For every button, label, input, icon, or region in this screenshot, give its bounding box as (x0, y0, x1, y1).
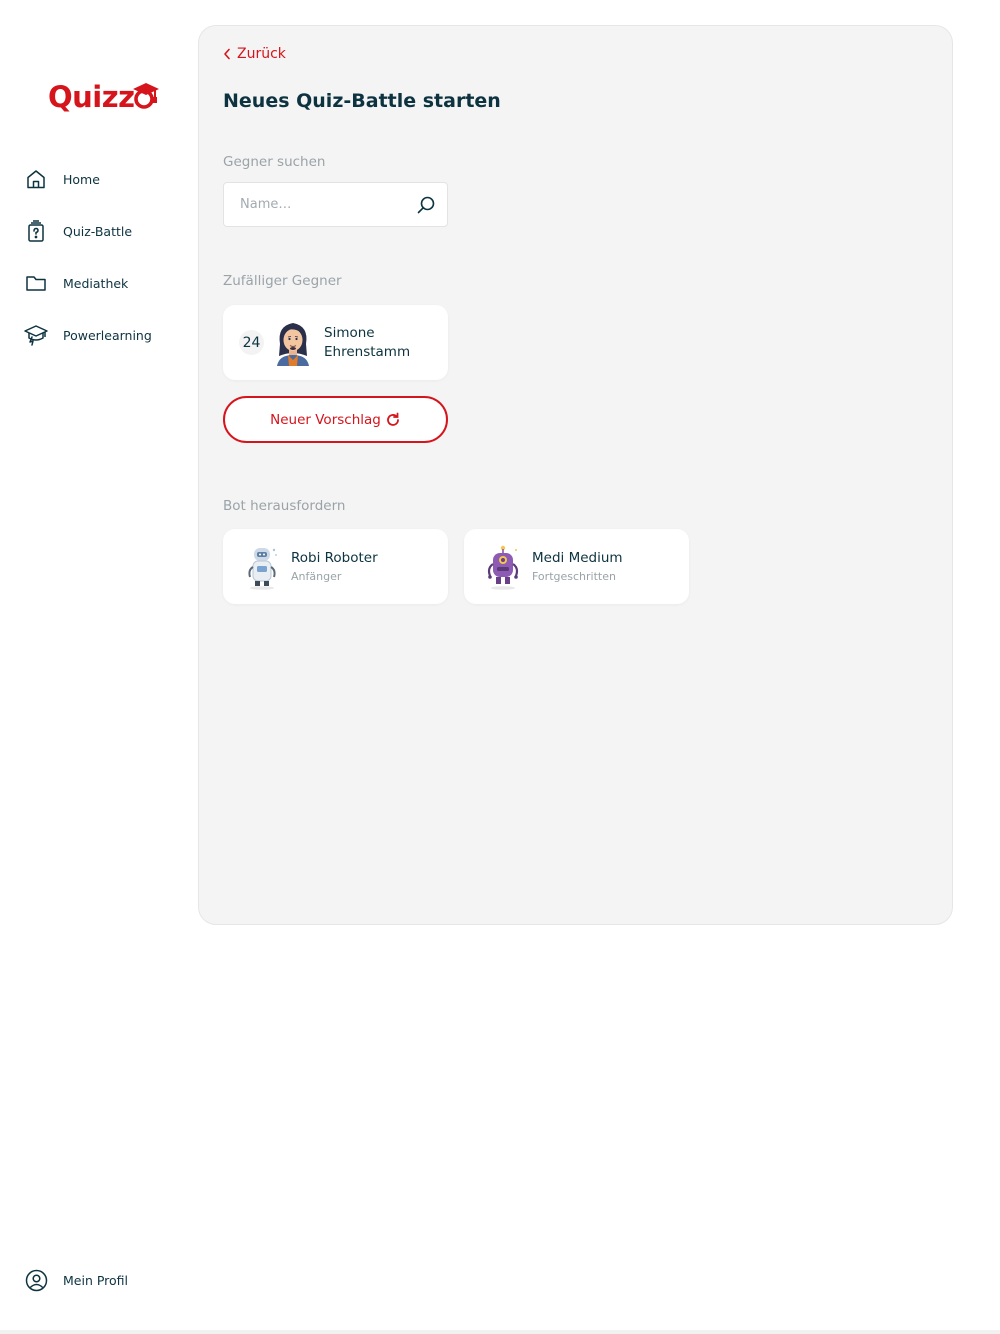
robot-avatar (248, 547, 277, 590)
home-icon (24, 167, 48, 191)
logo-text: Quizz (48, 80, 135, 114)
bot-info: Robi Roboter Anfänger (291, 549, 378, 585)
sidebar-item-profile[interactable]: Mein Profil (24, 1268, 128, 1292)
avatar (277, 322, 309, 366)
new-suggestion-button[interactable]: Neuer Vorschlag (223, 396, 448, 443)
sidebar-item-quiz-battle[interactable]: Quiz-Battle (24, 218, 194, 244)
user-circle-icon (24, 1268, 48, 1292)
sidebar-item-home[interactable]: Home (24, 166, 194, 192)
bot-level: Anfänger (291, 569, 342, 583)
bot-card-medi[interactable]: Medi Medium Fortgeschritten (464, 529, 689, 604)
random-opponent-card[interactable]: 24 Simone Ehrenstamm (223, 305, 448, 380)
sidebar-item-label: Quiz-Battle (63, 223, 133, 239)
level-badge: 24 (239, 330, 264, 355)
bot-name: Medi Medium (532, 549, 623, 566)
logo-graduation-cap-icon (132, 83, 159, 109)
folder-icon (24, 271, 48, 295)
bottom-divider (0, 1330, 1000, 1334)
sidebar-nav: Home Quiz-Battle Mediathek Powerlearning (24, 166, 194, 374)
sidebar-item-label: Powerlearning (63, 327, 152, 343)
sidebar-item-label: Home (63, 171, 100, 187)
sidebar: Quizz Home Quiz-Battle Mediathek Powerle… (0, 0, 198, 1334)
app: Quizz Home Quiz-Battle Mediathek Powerle… (0, 0, 1000, 1334)
bot-level: Fortgeschritten (532, 569, 616, 583)
bot-card-robi[interactable]: Robi Roboter Anfänger (223, 529, 448, 604)
bot-name: Robi Roboter (291, 549, 378, 566)
sidebar-item-mediathek[interactable]: Mediathek (24, 270, 194, 296)
opponent-name: Simone Ehrenstamm (324, 324, 411, 360)
sidebar-item-label: Mediathek (63, 275, 129, 291)
logo[interactable]: Quizz (48, 80, 161, 114)
search-input[interactable] (240, 197, 415, 212)
bots-section-label: Bot herausfordern (223, 498, 346, 514)
bot-info: Medi Medium Fortgeschritten (532, 549, 623, 585)
chevron-left-icon (224, 48, 230, 60)
search-icon[interactable] (415, 194, 437, 216)
main-panel: Zurück Neues Quiz-Battle starten Gegner … (198, 25, 953, 925)
refresh-icon (387, 412, 399, 426)
profile-label: Mein Profil (63, 1272, 129, 1288)
graduation-cap-icon (24, 323, 48, 347)
robot-avatar (487, 545, 519, 590)
opponent-search (223, 182, 448, 227)
search-section-label: Gegner suchen (223, 154, 326, 170)
random-section-label: Zufälliger Gegner (223, 273, 342, 289)
back-link[interactable]: Zurück (223, 46, 286, 62)
back-label: Zurück (237, 46, 286, 62)
sidebar-item-powerlearning[interactable]: Powerlearning (24, 322, 194, 348)
page-title: Neues Quiz-Battle starten (223, 90, 501, 112)
quiz-battle-icon (24, 219, 48, 243)
new-suggestion-label: Neuer Vorschlag (270, 411, 381, 428)
